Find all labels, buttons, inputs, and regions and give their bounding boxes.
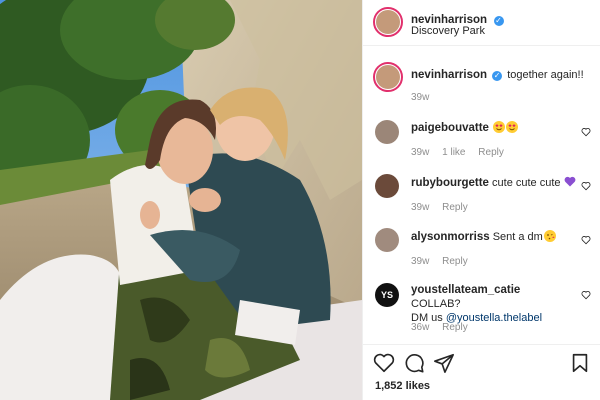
verified-icon: ✓	[492, 71, 503, 81]
commenter-avatar[interactable]	[375, 228, 399, 252]
comment-age[interactable]: 39w	[411, 202, 429, 213]
comment-item: rubybourgette cute cute cute 39w Reply	[363, 170, 600, 220]
share-icon[interactable]	[433, 352, 455, 374]
verified-icon: ✓	[493, 16, 504, 26]
like-icon[interactable]	[373, 352, 395, 374]
post-header: nevinharrison ✓ Discovery Park	[363, 0, 600, 46]
comment-likes[interactable]: 1 like	[442, 147, 465, 158]
comment-text: COLLAB?	[411, 298, 461, 310]
divider	[363, 344, 600, 345]
comment-age[interactable]: 39w	[411, 147, 429, 158]
comment-username[interactable]: alysonmorriss	[411, 231, 490, 243]
comment-item: paigebouvatte 39w 1 like Reply	[363, 116, 600, 166]
comment-username[interactable]: youstellateam_catie	[411, 284, 520, 296]
like-comment-icon[interactable]	[581, 235, 591, 245]
comment-item: alysonmorriss Sent a dm 39w Reply	[363, 224, 600, 274]
heart-eyes-emoji-icon	[493, 121, 506, 133]
reply-button[interactable]: Reply	[478, 147, 504, 158]
instagram-post: nevinharrison ✓ Discovery Park nevinharr…	[0, 0, 600, 400]
caption: nevinharrison ✓ together again!!	[411, 68, 591, 82]
comment-item: YS youstellateam_catie COLLAB? DM us @yo…	[363, 278, 600, 340]
kiss-face-emoji-icon	[543, 230, 556, 242]
caption-username[interactable]: nevinharrison	[411, 69, 487, 81]
comment-age[interactable]: 36w	[411, 322, 429, 333]
caption-text: together again!!	[507, 69, 584, 81]
caption-author-avatar[interactable]	[373, 62, 403, 92]
comment-text: Sent a dm	[492, 231, 543, 243]
reply-button[interactable]: Reply	[442, 322, 468, 333]
save-icon[interactable]	[569, 352, 591, 374]
comment-username[interactable]: paigebouvatte	[411, 122, 489, 134]
post-location[interactable]: Discovery Park	[411, 25, 485, 37]
commenter-avatar[interactable]	[375, 120, 399, 144]
comment-text: cute cute cute	[492, 177, 561, 189]
comment-age[interactable]: 39w	[411, 256, 429, 267]
commenter-avatar[interactable]	[375, 174, 399, 198]
post-photo[interactable]	[0, 0, 362, 400]
like-comment-icon[interactable]	[581, 127, 591, 137]
photo-image	[0, 0, 362, 400]
like-comment-icon[interactable]	[581, 290, 591, 300]
like-comment-icon[interactable]	[581, 181, 591, 191]
reply-button[interactable]: Reply	[442, 256, 468, 267]
like-count[interactable]: 1,852 likes	[375, 380, 430, 392]
author-avatar[interactable]	[373, 7, 403, 37]
heart-eyes-emoji-icon	[506, 121, 519, 133]
caption-age[interactable]: 39w	[411, 92, 429, 103]
comment-icon[interactable]	[403, 352, 425, 374]
purple-heart-emoji-icon	[564, 176, 575, 187]
reply-button[interactable]: Reply	[442, 202, 468, 213]
comment-username[interactable]: rubybourgette	[411, 177, 489, 189]
commenter-avatar[interactable]: YS	[375, 283, 399, 307]
post-side-panel: nevinharrison ✓ Discovery Park nevinharr…	[362, 0, 600, 400]
